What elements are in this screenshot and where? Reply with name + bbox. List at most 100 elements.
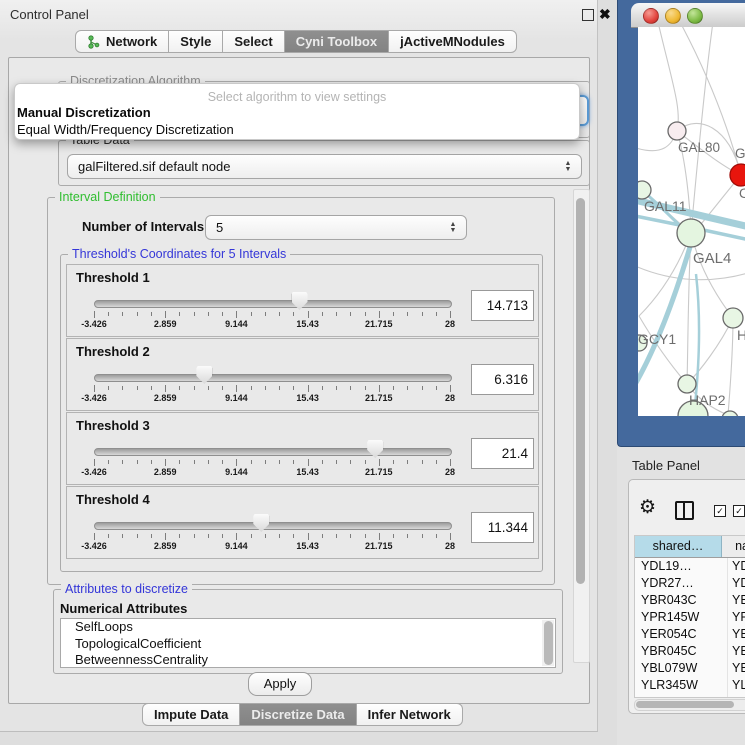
number-of-intervals-combobox[interactable]: 5 ▲▼ — [205, 215, 467, 240]
tab-impute-data[interactable]: Impute Data — [142, 703, 240, 726]
table-row[interactable]: YDL19…YDL1 — [635, 558, 745, 575]
table-row[interactable]: YBR043CYBR0 — [635, 592, 745, 609]
threshold-3-panel: Threshold 3 -3.4262.8599.14415.4321.7152… — [66, 412, 539, 485]
threshold-3-value-field[interactable]: 21.4 — [471, 438, 534, 469]
algorithm-dropdown-popup: Select algorithm to view settings Manual… — [14, 83, 580, 140]
float-window-icon[interactable] — [582, 9, 594, 21]
list-item[interactable]: SelfLoops — [61, 619, 555, 636]
threshold-4-label: Threshold 4 — [76, 492, 150, 507]
checkbox-icon[interactable]: ✓ — [714, 505, 726, 517]
threshold-2-panel: Threshold 2 -3.4262.8599.14415.4321.7152… — [66, 338, 539, 411]
table-data-combobox[interactable]: galFiltered.sif default node ▲▼ — [67, 154, 582, 179]
network-window-titlebar[interactable] — [631, 3, 745, 28]
algorithm-option-equal-width[interactable]: Equal Width/Frequency Discretization — [15, 122, 579, 139]
node-label-partial-c: C — [739, 186, 745, 201]
network-icon — [87, 35, 100, 49]
slider-ticks — [94, 533, 450, 541]
slider-tick-labels: -3.4262.8599.14415.4321.71528 — [94, 541, 450, 553]
slider-ticks — [94, 385, 450, 393]
network-canvas[interactable]: GAL80 GAL11 GAL4 GCY1 HAP2 GA C H — [638, 27, 745, 416]
table-row[interactable]: YPR145WYPR1 — [635, 609, 745, 626]
threshold-2-slider-track[interactable] — [94, 374, 452, 382]
top-tabstrip: Network Style Select Cyni Toolbox jActiv… — [75, 30, 517, 53]
tab-jactivemnodules[interactable]: jActiveMNodules — [389, 30, 517, 53]
node-label-gal11: GAL11 — [644, 198, 687, 214]
table-row[interactable]: YER054CYER0 — [635, 626, 745, 643]
algorithm-option-manual[interactable]: Manual Discretization — [15, 105, 579, 122]
apply-button[interactable]: Apply — [248, 672, 312, 696]
node-label-gal80: GAL80 — [678, 140, 720, 155]
threshold-1-panel: Threshold 1 -3.4262.8599.14415.4321.7152… — [66, 264, 539, 337]
table-data-group: Table Data galFiltered.sif default node … — [58, 140, 590, 186]
node-red-selected[interactable] — [730, 164, 745, 186]
threshold-1-value-field[interactable]: 14.713 — [471, 290, 534, 321]
bottom-tabstrip: Impute Data Discretize Data Infer Networ… — [142, 703, 463, 726]
tab-style[interactable]: Style — [169, 30, 223, 53]
node-hap2[interactable] — [678, 375, 696, 393]
settings-scrollbar[interactable] — [573, 189, 590, 663]
list-item[interactable]: TopologicalCoefficient — [61, 636, 555, 653]
tab-network-label: Network — [106, 34, 157, 49]
node-right[interactable] — [723, 308, 743, 328]
thresholds-group-title: Threshold's Coordinates for 5 Intervals — [68, 247, 290, 261]
threshold-3-slider-track[interactable] — [94, 448, 452, 456]
close-traffic-light-icon[interactable] — [643, 8, 659, 24]
tab-cyni-toolbox[interactable]: Cyni Toolbox — [285, 30, 389, 53]
control-panel: Control Panel ✖ Network Style Select Cyn… — [0, 0, 598, 732]
table-panel-title: Table Panel — [632, 458, 700, 473]
node-label-hap2: HAP2 — [689, 392, 726, 408]
table-header-row: shared… na — [635, 536, 745, 558]
interval-definition-group-title: Interval Definition — [55, 190, 160, 204]
table-horizontal-scrollbar[interactable] — [634, 699, 745, 711]
column-header-name[interactable]: na — [722, 536, 745, 557]
column-header-shared[interactable]: shared… — [635, 536, 722, 557]
list-scrollbar[interactable] — [542, 620, 554, 666]
tab-discretize-data[interactable]: Discretize Data — [240, 703, 356, 726]
threshold-4-slider-track[interactable] — [94, 522, 452, 530]
numerical-attributes-label: Numerical Attributes — [60, 601, 187, 616]
threshold-2-label: Threshold 2 — [76, 344, 150, 359]
threshold-4-value-field[interactable]: 11.344 — [471, 512, 534, 543]
threshold-1-slider-track[interactable] — [94, 300, 452, 308]
settings-scrollbar-thumb[interactable] — [576, 198, 585, 584]
tab-network[interactable]: Network — [75, 30, 169, 53]
numerical-attributes-list[interactable]: SelfLoops TopologicalCoefficient Between… — [60, 618, 556, 668]
table-row[interactable]: YDR27…YDR2 — [635, 575, 745, 592]
zoom-traffic-light-icon[interactable] — [687, 8, 703, 24]
node-gal80[interactable] — [668, 122, 686, 140]
tab-infer-network[interactable]: Infer Network — [357, 703, 463, 726]
threshold-2-value-field[interactable]: 6.316 — [471, 364, 534, 395]
node-label-partial-h: H — [737, 327, 745, 343]
slider-tick-labels: -3.4262.8599.14415.4321.71528 — [94, 467, 450, 479]
node-gal11[interactable] — [638, 181, 651, 199]
minimize-traffic-light-icon[interactable] — [665, 8, 681, 24]
interval-definition-group: Interval Definition Number of Intervals … — [47, 197, 555, 585]
close-icon[interactable]: ✖ — [599, 5, 611, 23]
control-panel-titlebar: Control Panel ✖ — [0, 0, 597, 28]
list-item[interactable]: BetweennessCentrality — [61, 652, 555, 668]
gear-icon[interactable]: ⚙ — [639, 498, 656, 517]
node-label-gcy1: GCY1 — [638, 331, 676, 347]
threshold-1-label: Threshold 1 — [76, 270, 150, 285]
panel-title: Control Panel — [10, 7, 89, 22]
table-row[interactable]: YLR345WYLR3 — [635, 677, 745, 694]
slider-ticks — [94, 459, 450, 467]
threshold-3-label: Threshold 3 — [76, 418, 150, 433]
table-row[interactable]: YBL079WYBL0 — [635, 660, 745, 677]
tab-select[interactable]: Select — [223, 30, 284, 53]
node-label-partial-ga: GA — [735, 146, 745, 161]
combo-spinner-icon: ▲▼ — [448, 216, 458, 239]
attributes-group: Attributes to discretize Numerical Attri… — [53, 589, 563, 674]
table-row[interactable]: YBR045CYBR0 — [635, 643, 745, 660]
network-graph: GAL80 GAL11 GAL4 GCY1 HAP2 GA C H — [638, 27, 745, 416]
node-gal4[interactable] — [677, 219, 705, 247]
table-row[interactable]: YIL052CYIL0 — [635, 694, 745, 698]
node-label-gal4: GAL4 — [693, 250, 731, 267]
node-bottom-right[interactable] — [722, 411, 738, 416]
checkbox-icon[interactable]: ✓ — [733, 505, 745, 517]
settings-panel: Discretization Algorithm Select algorith… — [8, 57, 590, 704]
network-view-window: GAL80 GAL11 GAL4 GCY1 HAP2 GA C H — [617, 0, 745, 447]
split-columns-icon[interactable] — [675, 501, 694, 520]
node-table: shared… na YDL19…YDL1 YDR27…YDR2 YBR043C… — [634, 535, 745, 698]
slider-tick-labels: -3.4262.8599.14415.4321.71528 — [94, 319, 450, 331]
